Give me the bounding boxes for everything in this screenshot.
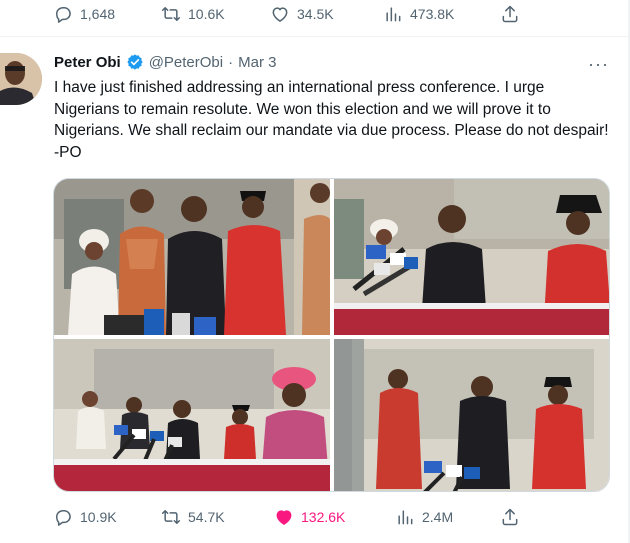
- retweet-count: 10.6K: [188, 6, 225, 22]
- tweet-date[interactable]: Mar 3: [238, 54, 276, 71]
- like-button[interactable]: 34.5K: [270, 0, 334, 28]
- reply-button[interactable]: 10.9K: [53, 503, 117, 531]
- like-count: 132.6K: [301, 509, 346, 525]
- avatar-photo: [0, 53, 42, 105]
- avatar[interactable]: [0, 53, 42, 105]
- author-handle[interactable]: @PeterObi: [149, 54, 223, 71]
- views-icon: [386, 7, 401, 22]
- retweet-button[interactable]: 10.6K: [161, 0, 225, 28]
- share-button[interactable]: [500, 0, 520, 28]
- tweet-divider: [0, 36, 630, 37]
- media-grid: [53, 178, 610, 492]
- verified-badge-icon[interactable]: [126, 53, 144, 71]
- share-icon: [502, 508, 518, 526]
- views-icon: [398, 510, 413, 525]
- header-separator: ·: [228, 53, 234, 71]
- view-count: 473.8K: [410, 6, 455, 22]
- tweet-action-bar: 10.9K 54.7K 132.6K 2.4M: [0, 503, 630, 531]
- views-button[interactable]: 2.4M: [395, 503, 453, 531]
- like-icon: [276, 510, 292, 525]
- retweet-count: 54.7K: [188, 509, 225, 525]
- retweet-icon: [161, 7, 181, 21]
- photo-image: [334, 339, 609, 491]
- retweet-icon: [161, 510, 181, 524]
- photo-image: [54, 179, 330, 335]
- photo-top-left[interactable]: [54, 179, 330, 335]
- views-button[interactable]: 473.8K: [383, 0, 454, 28]
- retweet-button[interactable]: 54.7K: [161, 503, 225, 531]
- previous-tweet-action-bar: 1,648 10.6K 34.5K 473.8K: [0, 0, 630, 28]
- reply-count: 10.9K: [80, 509, 117, 525]
- author-name[interactable]: Peter Obi: [54, 54, 121, 71]
- reply-count: 1,648: [80, 6, 116, 22]
- more-options-icon[interactable]: ···: [588, 54, 609, 75]
- reply-icon: [56, 510, 71, 526]
- share-icon: [502, 5, 518, 23]
- view-count: 2.4M: [422, 509, 454, 525]
- like-icon: [272, 7, 288, 22]
- photo-top-right[interactable]: [334, 179, 609, 335]
- share-button[interactable]: [500, 503, 520, 531]
- photo-bottom-right[interactable]: [334, 339, 609, 491]
- like-button[interactable]: 132.6K: [274, 503, 345, 531]
- photo-image: [54, 339, 330, 491]
- photo-bottom-left[interactable]: [54, 339, 330, 491]
- reply-icon: [56, 7, 71, 23]
- like-count: 34.5K: [297, 6, 334, 22]
- reply-button[interactable]: 1,648: [53, 0, 115, 28]
- tweet-header: Peter Obi @PeterObi · Mar 3: [54, 52, 276, 72]
- photo-image: [334, 179, 609, 335]
- tweet-text: I have just finished addressing an inter…: [54, 79, 609, 161]
